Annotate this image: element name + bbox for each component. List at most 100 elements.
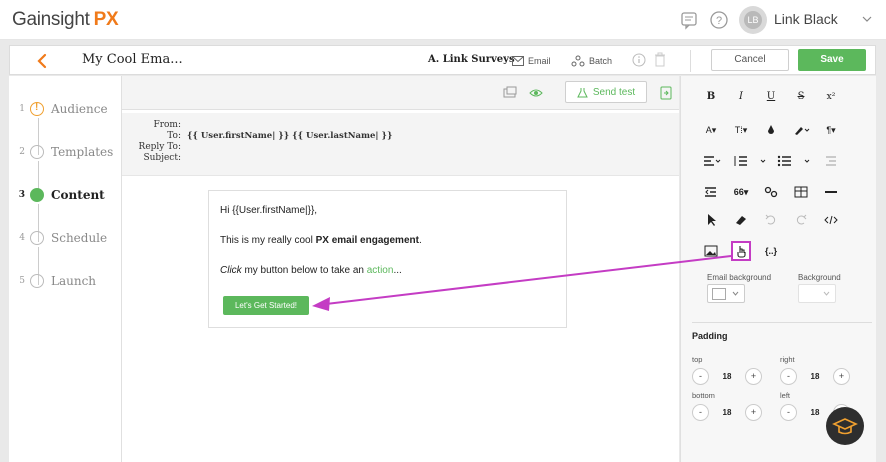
chevron-down-icon[interactable] xyxy=(862,14,872,24)
padding-bottom-label: bottom xyxy=(692,391,715,400)
step-content[interactable]: 3 Content xyxy=(9,187,105,203)
decrement-button[interactable]: - xyxy=(780,403,797,421)
gainsight-logo[interactable]: Gainsight PX xyxy=(12,9,119,31)
padding-right-stepper[interactable]: - 18 + xyxy=(780,367,850,385)
padding-top-value[interactable]: 18 xyxy=(723,372,732,381)
image-icon[interactable] xyxy=(700,243,722,259)
email-body[interactable]: Hi {{User.firstName|}}, This is my reall… xyxy=(208,190,567,328)
fill-color-icon[interactable] xyxy=(760,122,782,138)
background-picker[interactable] xyxy=(798,284,836,303)
body-text: This is my really cool xyxy=(220,235,316,246)
increment-button[interactable]: + xyxy=(745,403,762,421)
step-audience[interactable]: 1 Audience xyxy=(9,101,108,117)
padding-bottom-value[interactable]: 18 xyxy=(723,408,732,417)
from-row[interactable]: From: xyxy=(122,120,181,131)
step-circle-icon xyxy=(30,231,44,245)
font-size-button[interactable]: T⁞▾ xyxy=(730,122,752,138)
decrement-button[interactable]: - xyxy=(692,403,709,421)
email-background-picker[interactable] xyxy=(707,284,745,303)
variables-button[interactable]: {..} xyxy=(760,243,782,259)
padding-right-value[interactable]: 18 xyxy=(811,372,820,381)
align-left-icon[interactable] xyxy=(700,153,722,169)
step-circle-icon xyxy=(30,274,44,288)
underline-button[interactable]: U xyxy=(760,89,782,105)
help-badge[interactable] xyxy=(826,407,864,445)
chevron-down-icon[interactable] xyxy=(796,153,818,169)
info-icon[interactable] xyxy=(632,53,646,67)
step-launch[interactable]: 5 Launch xyxy=(9,273,96,289)
greeting-text[interactable]: Hi {{User.firstName|}}, xyxy=(220,205,317,216)
step-number: 5 xyxy=(19,276,25,286)
to-label: To: xyxy=(167,131,181,141)
save-button[interactable]: Save xyxy=(798,49,866,71)
action-link[interactable]: action xyxy=(367,265,394,276)
step-number: 1 xyxy=(19,104,25,114)
cancel-button[interactable]: Cancel xyxy=(711,49,789,71)
envelope-icon xyxy=(512,56,524,66)
eye-icon[interactable] xyxy=(529,86,543,100)
step-templates[interactable]: 2 Templates xyxy=(9,144,113,160)
body-line-3[interactable]: Click my button below to take an action.… xyxy=(220,265,402,276)
send-test-button[interactable]: Send test xyxy=(565,81,647,103)
back-chevron-icon[interactable] xyxy=(35,53,49,69)
avatar[interactable]: LB xyxy=(739,6,767,34)
outdent-icon[interactable] xyxy=(700,184,722,200)
code-view-icon[interactable] xyxy=(820,212,842,228)
decrement-button[interactable]: - xyxy=(692,367,709,385)
help-icon[interactable]: ? xyxy=(709,10,729,30)
email-background-label: Email background xyxy=(707,273,772,282)
strikethrough-button[interactable]: S xyxy=(790,89,812,105)
quote-button[interactable]: 66▾ xyxy=(730,184,752,200)
chat-icon[interactable] xyxy=(679,10,699,30)
padding-left-value[interactable]: 18 xyxy=(811,408,820,417)
unordered-list-icon[interactable] xyxy=(774,153,796,169)
step-schedule[interactable]: 4 Schedule xyxy=(9,230,107,246)
cta-button[interactable]: Let's Get Started! xyxy=(223,296,309,315)
step-number: 2 xyxy=(19,147,25,157)
superscript-button[interactable]: x² xyxy=(820,89,842,105)
ordered-list-icon[interactable] xyxy=(730,153,752,169)
desktop-preview-icon[interactable] xyxy=(503,86,517,100)
reply-to-row[interactable]: Reply To: xyxy=(122,142,181,153)
body-line-2[interactable]: This is my really cool PX email engageme… xyxy=(220,235,422,246)
padding-left-label: left xyxy=(780,391,791,400)
padding-top-stepper[interactable]: - 18 + xyxy=(692,367,762,385)
export-icon[interactable] xyxy=(659,86,673,100)
highlight-icon[interactable] xyxy=(790,122,812,138)
survey-label: A. Link Surveys xyxy=(428,54,515,65)
engagement-title[interactable]: My Cool Ema... xyxy=(82,52,183,67)
trash-icon[interactable] xyxy=(654,52,666,68)
table-icon[interactable] xyxy=(790,184,812,200)
font-color-label: A xyxy=(705,125,712,135)
font-color-button[interactable]: A▾ xyxy=(700,122,722,138)
color-swatch xyxy=(712,288,726,300)
avatar-initials: LB xyxy=(744,11,762,29)
decrement-button[interactable]: - xyxy=(780,367,797,385)
increment-button[interactable]: + xyxy=(833,367,850,385)
horizontal-rule-icon[interactable] xyxy=(820,184,842,200)
graduation-cap-icon xyxy=(832,418,858,435)
to-row[interactable]: To: {{ User.firstName| }} {{ User.lastNa… xyxy=(122,131,392,142)
flask-icon xyxy=(577,87,588,97)
pointer-icon[interactable] xyxy=(700,212,722,228)
italic-button[interactable]: I xyxy=(730,89,752,105)
bold-button[interactable]: B xyxy=(700,89,722,105)
paragraph-button[interactable]: ¶▾ xyxy=(820,122,842,138)
batch-button[interactable]: Batch xyxy=(571,52,612,70)
redo-icon[interactable] xyxy=(790,212,812,228)
hand-pointer-icon[interactable] xyxy=(730,243,752,259)
eraser-icon[interactable] xyxy=(730,212,752,228)
chevron-down-icon[interactable] xyxy=(752,153,774,169)
indent-icon[interactable] xyxy=(820,153,842,169)
user-name[interactable]: Link Black xyxy=(774,11,838,27)
step-label: Audience xyxy=(51,102,108,116)
background-label: Background xyxy=(798,273,841,282)
padding-title: Padding xyxy=(692,331,728,341)
email-button[interactable]: Email xyxy=(512,52,551,70)
subject-row[interactable]: Subject: xyxy=(122,153,181,164)
increment-button[interactable]: + xyxy=(745,367,762,385)
body-text: my button below to take an xyxy=(241,265,367,276)
undo-icon[interactable] xyxy=(760,212,782,228)
link-icon[interactable] xyxy=(760,184,782,200)
padding-bottom-stepper[interactable]: - 18 + xyxy=(692,403,762,421)
